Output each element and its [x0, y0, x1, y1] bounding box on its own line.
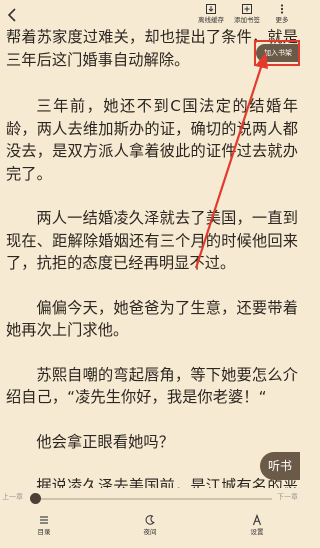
more-vertical-icon	[280, 4, 284, 14]
offline-cache-label: 离线缓存	[198, 16, 224, 24]
night-mode-label: 夜间	[143, 528, 157, 536]
reading-content[interactable]: 帮着苏家度过难关，却也提出了条件，就是三年后这门婚事自动解除。 三年前，她还不到…	[6, 26, 298, 488]
paragraph: 两人一结婚凌久泽就去了美国，一直到现在、距解除婚姻还有三个月的时候他回来了，抗拒…	[6, 209, 298, 272]
list-icon	[40, 516, 48, 524]
download-icon	[206, 4, 216, 14]
catalog-button[interactable]: 目录	[29, 514, 59, 538]
next-chapter-button[interactable]: 下一章	[277, 492, 298, 502]
paragraph: 他会拿正眼看她吗？	[36, 432, 174, 451]
listen-book-button[interactable]: 听书	[260, 452, 300, 480]
prev-chapter-button[interactable]: 上一章	[2, 492, 23, 502]
moon-icon	[145, 515, 155, 525]
night-mode-button[interactable]: 夜间	[135, 514, 165, 538]
paragraph: 偏偏今天，她爸爸为了生意，还要带着她再次上门求他。	[6, 298, 298, 340]
chapter-progress: 上一章 下一章	[0, 488, 300, 508]
paragraph: 据说凌久泽去美国前，是江城有名的恶霸，在	[36, 477, 298, 488]
back-icon[interactable]	[4, 6, 22, 24]
progress-thumb[interactable]	[30, 493, 41, 504]
settings-label: 设置	[250, 528, 264, 536]
bottom-nav: 目录 夜间 设置	[0, 512, 300, 548]
catalog-label: 目录	[37, 528, 51, 536]
annotation-highlight-box	[254, 40, 300, 66]
settings-button[interactable]: 设置	[242, 514, 272, 538]
add-bookmark-label: 添加书签	[234, 16, 260, 24]
font-a-icon	[252, 514, 262, 526]
more-label: 更多	[275, 16, 289, 24]
bookmark-icon	[242, 4, 252, 14]
paragraph: 苏熙自嘲的弯起唇角，等下她要怎么介绍自己，“凌先生你好，我是你老婆！“	[6, 365, 298, 407]
paragraph: 三年前，她还不到C国法定的结婚年龄，两人去维加斯办的证，确切的说两人都没去，是双…	[6, 97, 298, 183]
progress-track[interactable]	[34, 498, 272, 500]
